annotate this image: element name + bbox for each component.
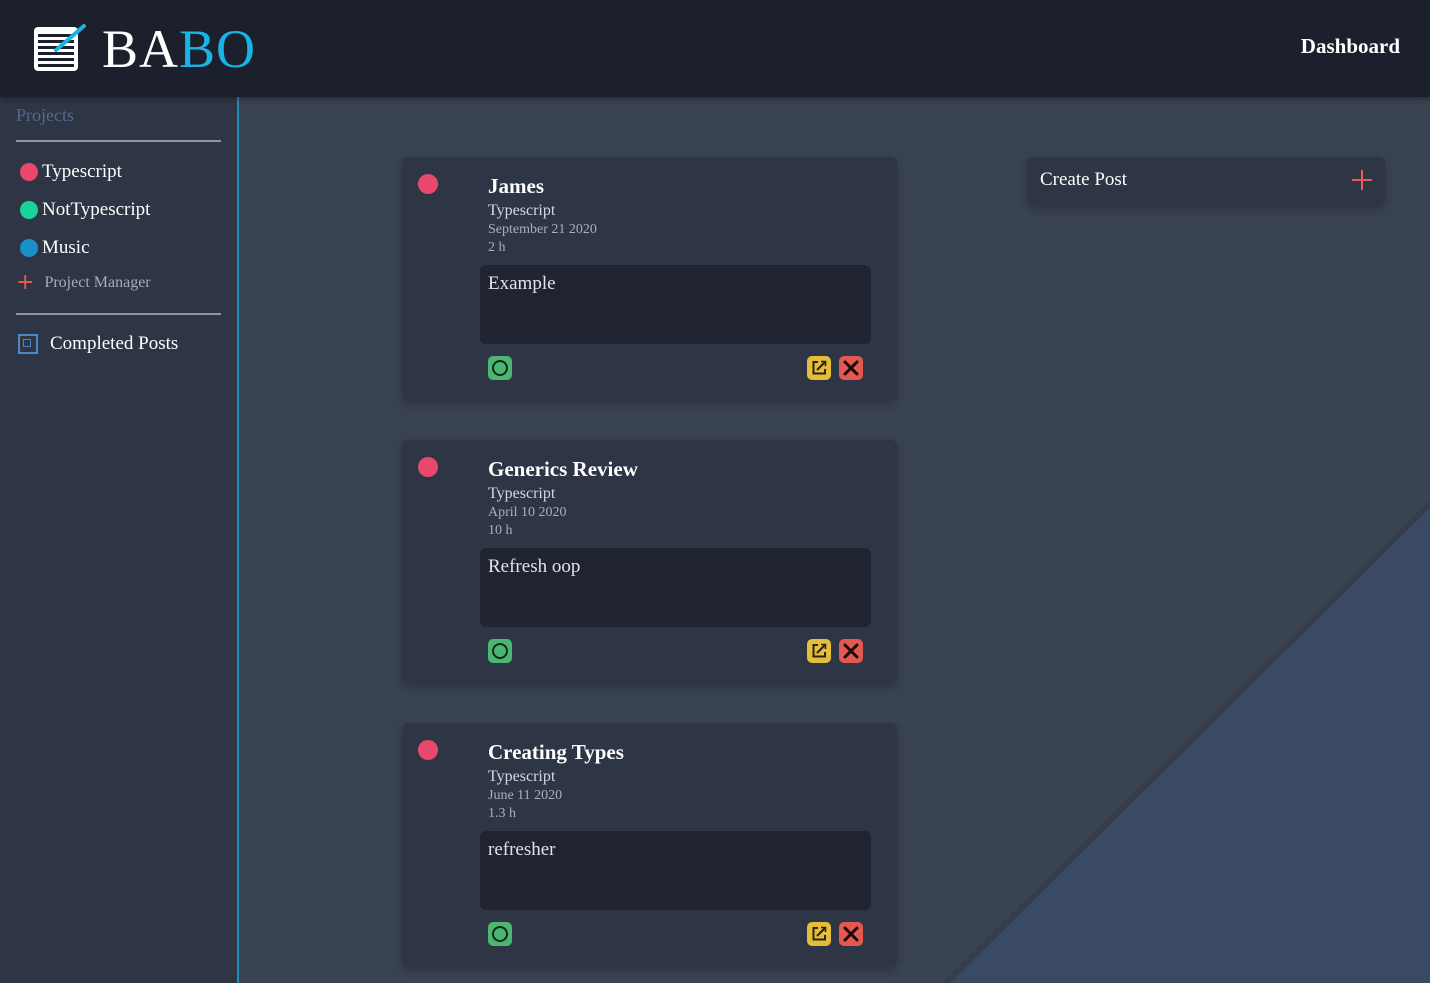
sidebar-item-label: Music: [42, 237, 90, 258]
sidebar-divider: [16, 313, 221, 315]
sidebar-item-music[interactable]: Music: [20, 237, 90, 259]
post-date: June 11 2020: [488, 788, 563, 803]
project-color-dot: [20, 201, 38, 219]
plus-icon: +: [16, 270, 35, 295]
brand-logo[interactable]: BABO: [102, 14, 256, 84]
create-post-button[interactable]: Create Post: [1027, 157, 1385, 205]
edit-icon[interactable]: [807, 356, 831, 380]
post-duration: 2 h: [488, 240, 506, 255]
top-header: BABO Dashboard: [0, 0, 1430, 97]
post-duration: 1.3 h: [488, 806, 516, 821]
edit-icon[interactable]: [807, 639, 831, 663]
completed-posts-link[interactable]: Completed Posts: [18, 333, 178, 355]
project-color-dot: [418, 740, 438, 760]
post-duration: 10 h: [488, 523, 513, 538]
complete-circle-icon[interactable]: [488, 356, 512, 380]
complete-circle-icon[interactable]: [488, 639, 512, 663]
post-date: April 10 2020: [488, 505, 567, 520]
completed-posts-label: Completed Posts: [50, 333, 179, 354]
create-post-label: Create Post: [1040, 169, 1128, 190]
post-title: James: [488, 174, 544, 198]
post-project: Typescript: [488, 202, 556, 219]
post-title: Creating Types: [488, 740, 624, 764]
project-color-dot: [418, 457, 438, 477]
project-manager-link[interactable]: + Project Manager: [16, 270, 151, 295]
delete-x-icon[interactable]: [839, 639, 863, 663]
nav-dashboard-link[interactable]: Dashboard: [1301, 34, 1400, 59]
post-card: James Typescript September 21 2020 2 h E…: [402, 157, 897, 400]
project-color-dot: [20, 163, 38, 181]
notepad-logo-icon: [34, 24, 86, 71]
sidebar-divider: [16, 140, 221, 142]
post-body: refresher: [480, 831, 871, 910]
post-date: September 21 2020: [488, 222, 597, 237]
delete-x-icon[interactable]: [839, 922, 863, 946]
sidebar-item-label: Typescript: [42, 161, 122, 182]
post-project: Typescript: [488, 768, 556, 785]
post-body: Refresh oop: [480, 548, 871, 627]
post-title: Generics Review: [488, 457, 638, 481]
project-color-dot: [418, 174, 438, 194]
sidebar-item-typescript[interactable]: Typescript: [20, 161, 122, 183]
edit-icon[interactable]: [807, 922, 831, 946]
complete-circle-icon[interactable]: [488, 922, 512, 946]
project-color-dot: [20, 239, 38, 257]
completed-posts-icon: [18, 334, 38, 354]
sidebar: Projects Typescript NotTypescript Music …: [0, 97, 239, 983]
brand-part-1: BA: [102, 19, 180, 79]
sidebar-title: Projects: [16, 105, 74, 125]
brand-part-2: BO: [179, 19, 257, 79]
plus-icon: [1352, 170, 1372, 190]
sidebar-item-label: NotTypescript: [42, 199, 151, 220]
post-project: Typescript: [488, 485, 556, 502]
sidebar-item-nottypescript[interactable]: NotTypescript: [20, 199, 150, 221]
post-card: Generics Review Typescript April 10 2020…: [402, 440, 897, 683]
project-manager-label: Project Manager: [44, 274, 151, 291]
post-card: Creating Types Typescript June 11 2020 1…: [402, 723, 897, 966]
delete-x-icon[interactable]: [839, 356, 863, 380]
post-body: Example: [480, 265, 871, 344]
